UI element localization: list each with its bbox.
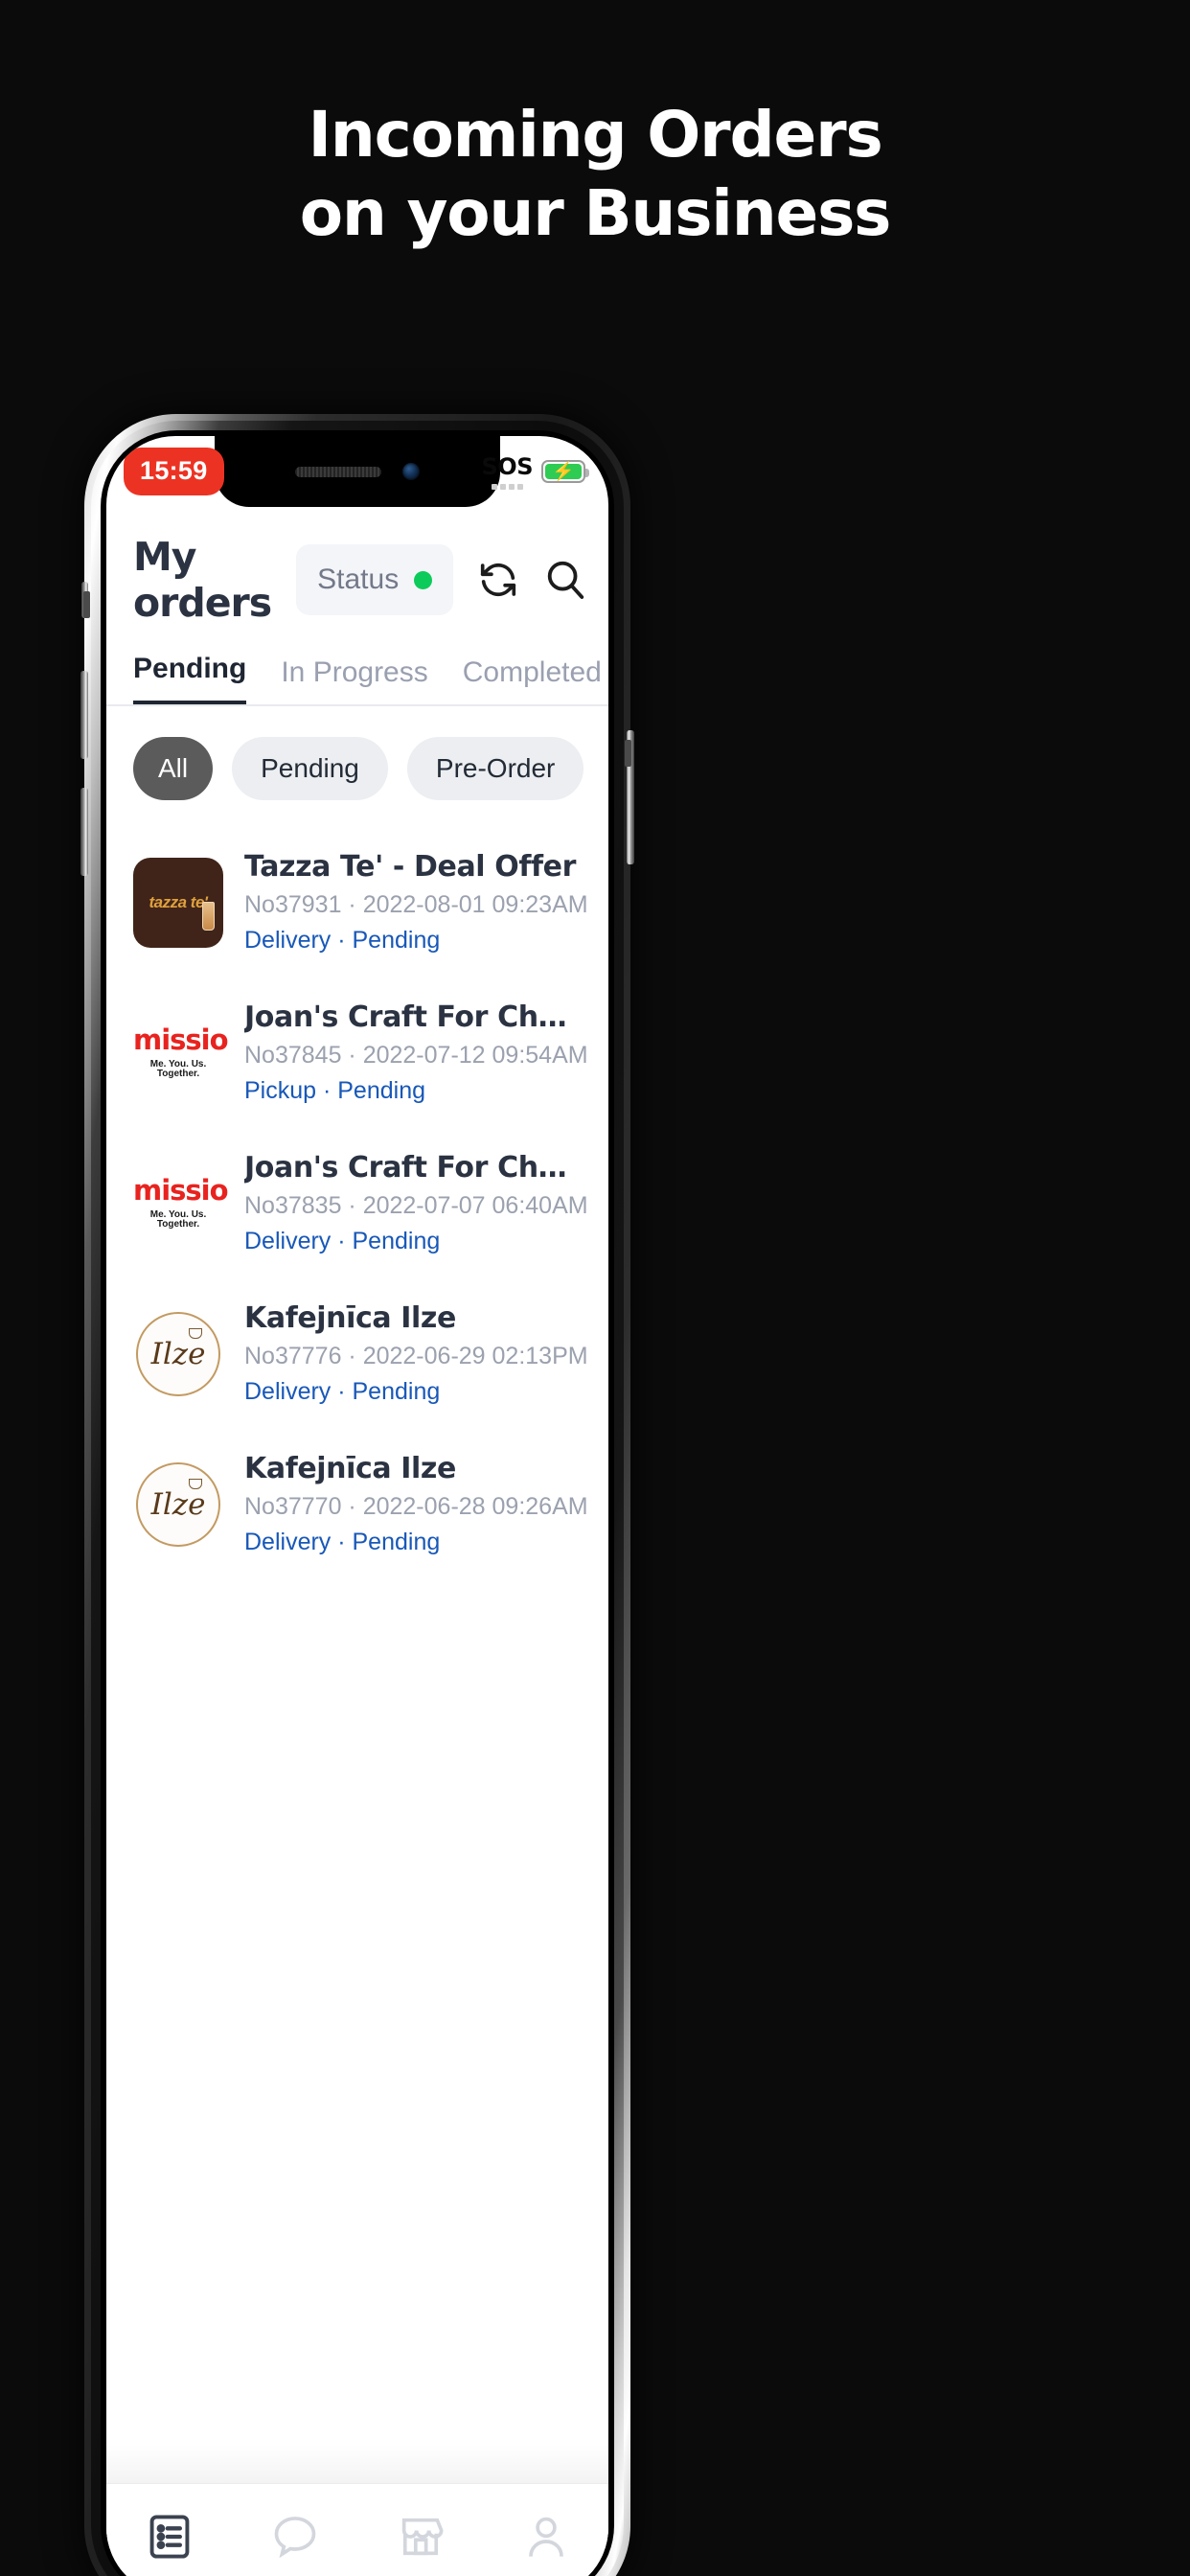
tazza-te-logo: tazza te' [133,857,223,948]
tazza-te-logo-text: tazza te' [149,892,208,911]
merchant-logo: Ilze [133,1460,223,1550]
filter-chip-all[interactable]: All [133,737,214,800]
list-item[interactable]: Ilze Kafejnīca Ilze No37770 · 2022-06-28… [106,1431,608,1581]
tab-in-progress[interactable]: In Progress [281,656,427,704]
chat-bubble-icon[interactable] [270,2512,320,2562]
order-info: Joan's Craft For Charity (Mis… No37845 ·… [244,1000,588,1105]
order-status-badge: Delivery · Pending [244,927,441,954]
phone-mockup: 15:59 SOS ⚡ My orders Status Pending In … [80,414,634,2576]
list-item[interactable]: missio Me. You. Us. Together. Joan's Cra… [106,979,608,1130]
filter-chip-pre-order[interactable]: Pre-Order [406,737,584,800]
store-icon[interactable] [396,2512,446,2562]
refresh-icon[interactable] [476,558,520,602]
missio-logo-text: missio [133,1174,229,1207]
order-status-badge: Pickup · Pending [244,1077,426,1104]
coffee-cup-icon [189,1478,202,1489]
order-meta: No37931 · 2022-08-01 09:23AM [244,891,588,918]
charging-bolt-icon: ⚡ [552,461,575,482]
order-status-badge: Delivery · Pending [244,1529,441,1555]
merchant-logo: missio Me. You. Us. Together. [133,1159,229,1249]
order-title: Tazza Te' - Deal Offer [244,850,576,884]
merchant-logo: missio Me. You. Us. Together. [133,1008,229,1098]
ilze-logo-text: Ilze [150,1486,206,1522]
promo-screenshot: Incoming Orders on your Business 15:59 S… [0,0,1190,2576]
missio-logo-tagline: Me. You. Us. Together. [149,1209,207,1230]
list-bottom-fade [106,2445,608,2483]
volume-up-button[interactable] [80,671,88,759]
tab-pending[interactable]: Pending [133,653,247,704]
status-bar-time: 15:59 [124,448,224,495]
frame-antenna-line-left [83,591,90,618]
order-meta: No37835 · 2022-07-07 06:40AM [244,1192,588,1219]
status-bar-right: SOS ⚡ [481,453,589,490]
promo-headline: Incoming Orders on your Business [0,96,1190,253]
page-title: My orders [133,534,272,626]
search-icon[interactable] [543,558,587,602]
list-item[interactable]: missio Me. You. Us. Together. Joan's Cra… [106,1130,608,1280]
order-status-tabs: Pending In Progress Completed Canc [106,632,608,706]
merchant-logo: tazza te' [133,857,223,948]
kafejnica-ilze-logo: Ilze [136,1311,220,1396]
phone-screen: 15:59 SOS ⚡ My orders Status Pending In … [106,436,608,2576]
signal-dots-icon [491,484,523,490]
app-header: My orders Status [106,507,608,632]
order-info: Joan's Craft For Charity (Mis… No37835 ·… [244,1151,588,1255]
orders-list: tazza te' Tazza Te' - Deal Offer No37931… [106,819,608,1581]
missio-logo-tagline: Me. You. Us. Together. [149,1059,207,1079]
order-type-filters: All Pending Pre-Order [106,706,608,819]
order-status-badge: Delivery · Pending [244,1378,441,1405]
ilze-logo-text: Ilze [150,1336,206,1371]
order-status-badge: Delivery · Pending [244,1228,441,1254]
status-filter-label: Status [317,564,400,595]
app-content: My orders Status Pending In Progress Com… [106,507,608,2576]
order-meta: No37845 · 2022-07-12 09:54AM [244,1042,588,1069]
tab-completed[interactable]: Completed [463,656,602,704]
order-title: Kafejnīca Ilze [244,1301,456,1335]
bottom-navigation-bar [106,2483,608,2576]
orders-list-icon[interactable] [145,2512,195,2562]
filter-chip-pending[interactable]: Pending [232,737,388,800]
missio-logo-text: missio [133,1024,229,1056]
order-info: Kafejnīca Ilze No37776 · 2022-06-29 02:1… [244,1301,588,1406]
promo-headline-line-1: Incoming Orders [308,98,882,172]
carrier-sos-indicator: SOS [481,453,534,490]
order-title: Joan's Craft For Charity (Mis… [244,1151,582,1184]
battery-charging-icon: ⚡ [541,460,589,483]
tea-glass-icon [202,901,215,931]
status-bar: 15:59 SOS ⚡ [106,436,608,507]
merchant-logo: Ilze [133,1309,223,1399]
kafejnica-ilze-logo: Ilze [136,1461,220,1547]
missio-logo: missio Me. You. Us. Together. [133,1174,229,1230]
coffee-cup-icon [189,1327,202,1339]
order-meta: No37776 · 2022-06-29 02:13PM [244,1343,588,1369]
promo-headline-line-2: on your Business [299,175,892,250]
carrier-label: SOS [481,453,534,480]
order-info: Tazza Te' - Deal Offer No37931 · 2022-08… [244,850,588,954]
missio-logo: missio Me. You. Us. Together. [133,1024,229,1079]
order-meta: No37770 · 2022-06-28 09:26AM [244,1493,588,1520]
list-item[interactable]: Ilze Kafejnīca Ilze No37776 · 2022-06-29… [106,1280,608,1431]
status-online-dot-icon [414,570,433,589]
frame-antenna-line-right [625,740,631,767]
order-title: Joan's Craft For Charity (Mis… [244,1000,582,1034]
volume-down-button[interactable] [80,788,88,876]
order-title: Kafejnīca Ilze [244,1452,456,1485]
order-info: Kafejnīca Ilze No37770 · 2022-06-28 09:2… [244,1452,588,1556]
status-filter-chip[interactable]: Status [296,544,454,615]
profile-person-icon[interactable] [521,2512,571,2562]
list-item[interactable]: tazza te' Tazza Te' - Deal Offer No37931… [106,829,608,979]
